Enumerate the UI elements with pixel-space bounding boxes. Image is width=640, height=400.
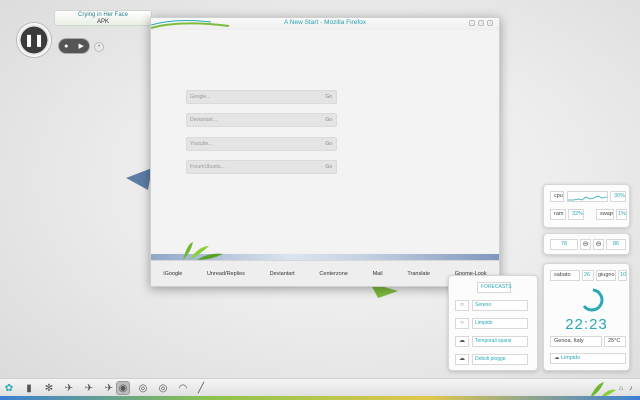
go-button[interactable]: Go	[325, 91, 332, 103]
clock-time: 22:23	[565, 316, 608, 333]
title-bar[interactable]: A New Start - Mozilla Firefox – □ ×	[151, 18, 499, 30]
volume-left-value: 78	[550, 239, 578, 250]
bookmark-unread-replies[interactable]: Unread/Replies	[207, 271, 245, 277]
clock-weather-widget: sabato 26 giugno 10 22:23 Genoa, Italy 2…	[543, 263, 630, 371]
speaker-icon[interactable]: ♪	[626, 381, 636, 395]
swap-value: 1%	[616, 209, 627, 220]
media-player-widget: Crying in Her Face APK ❚❚ ● ▶ •	[6, 8, 156, 58]
search-deviantart[interactable]: Deviantart... Go	[186, 113, 337, 127]
next-icon[interactable]: ▶	[79, 42, 84, 50]
ram-value: 32%	[568, 209, 584, 220]
year-short: 10	[618, 270, 627, 281]
forecast-widget: FORECASTS ○ Sereno ○ Limpido ☁ Temporali sp…	[448, 275, 538, 371]
search-deviantart-placeholder: Deviantart...	[190, 117, 217, 123]
window-controls: – □ ×	[469, 20, 493, 26]
forecast-label: Temporali sparsi	[472, 336, 528, 347]
dock: ✿ ▮ ✻ ✈ ✈ ✈ ◉ ◎ ◎ ◠ ╱ ⌂ ♪	[0, 378, 640, 400]
forecast-label: Deboli piogge	[472, 354, 528, 365]
go-button[interactable]: Go	[325, 114, 332, 126]
rain-icon: ☁	[455, 354, 469, 365]
gear-icon[interactable]: ✻	[42, 381, 56, 395]
pause-icon: ❚❚	[23, 33, 45, 47]
ram-label: ram	[550, 209, 566, 220]
go-button[interactable]: Go	[325, 161, 332, 173]
cpu-label: cpu	[550, 191, 564, 202]
forecast-label: Limpido	[472, 318, 528, 329]
weather-temp: 25°C	[604, 336, 626, 347]
network-icon[interactable]: ⌂	[616, 381, 626, 395]
volume-right-value: 86	[606, 239, 626, 250]
bird-icon[interactable]: ✈	[102, 381, 116, 395]
forecast-label: Sereno	[472, 300, 528, 311]
brush-icon[interactable]: ╱	[194, 381, 208, 395]
clear-icon: ○	[455, 300, 469, 311]
bookmark-mail[interactable]: Mail	[373, 271, 383, 277]
bookmark-translate[interactable]: Translate	[407, 271, 430, 277]
search-google[interactable]: Google... Go	[186, 90, 337, 104]
search-youtube[interactable]: Youtube... Go	[186, 137, 337, 151]
page-content: Google... Go Deviantart... Go Youtube... Go…	[151, 30, 499, 252]
forecast-item: ○ Sereno	[455, 300, 528, 311]
current-condition: ☁ Limpido	[550, 353, 626, 364]
skip-controls[interactable]: ● ▶	[58, 38, 90, 54]
search-youtube-placeholder: Youtube...	[190, 141, 213, 147]
clock-seconds-arc	[582, 288, 604, 312]
cpu-graph-line	[568, 195, 608, 201]
system-monitor-widget: cpu 30% ram 32% swap 1%	[543, 184, 630, 228]
bookmarks-bar: iGoogle Unread/Replies Deviantart Center…	[151, 260, 499, 286]
day-number: 26	[582, 270, 594, 281]
globe-icon[interactable]: ◎	[136, 381, 150, 395]
maximize-icon[interactable]: □	[478, 20, 484, 26]
volume-widget: 78 ⊖ ⊖ 86	[543, 233, 630, 255]
forecast-header: FORECASTS	[477, 282, 512, 293]
firefox-window: A New Start - Mozilla Firefox – □ × Goog…	[150, 17, 500, 287]
search-forumubuntu[interactable]: ForumUbuntu... Go	[186, 160, 337, 174]
day-name: sabato	[550, 270, 580, 281]
leaf-decoration-top	[151, 20, 230, 29]
butterfly-icon[interactable]: ✿	[2, 381, 16, 395]
song-artist: APK	[96, 19, 109, 25]
leaf-decoration-bottom	[183, 242, 223, 260]
now-playing-box: Crying in Her Face APK	[54, 10, 152, 26]
search-forumubuntu-placeholder: ForumUbuntu...	[190, 164, 225, 170]
forecast-item: ☁ Deboli piogge	[455, 354, 528, 365]
bookmark-deviantart[interactable]: Deviantart	[270, 271, 295, 277]
search-google-placeholder: Google...	[190, 94, 211, 100]
bookmark-centerzone[interactable]: Centerzone	[319, 271, 347, 277]
prev-icon[interactable]: ●	[64, 43, 68, 50]
cpu-value: 30%	[610, 191, 626, 202]
cloud-icon: ☁	[554, 355, 562, 361]
clear-icon: ○	[455, 318, 469, 329]
volume-up-icon[interactable]: ⊖	[593, 239, 604, 250]
volume-down-icon[interactable]: ⊖	[580, 239, 591, 250]
menu-icon[interactable]: •	[94, 42, 104, 52]
cpu-graph	[567, 191, 608, 202]
home-icon[interactable]: ◉	[116, 381, 130, 395]
plane-icon[interactable]: ✈	[82, 381, 96, 395]
minimize-icon[interactable]: –	[469, 20, 475, 26]
pause-button[interactable]: ❚❚	[16, 22, 52, 58]
swap-label: swap	[596, 209, 614, 220]
headphones-icon[interactable]: ◠	[176, 381, 190, 395]
month-name: giugno	[596, 270, 616, 281]
forecast-item: ☁ Temporali sparsi	[455, 336, 528, 347]
weather-city: Genoa, Italy	[550, 336, 602, 347]
bookmark-igoogle[interactable]: iGoogle	[163, 271, 182, 277]
dock-color-bar	[0, 396, 640, 400]
go-button[interactable]: Go	[325, 138, 332, 150]
forecast-item: ○ Limpido	[455, 318, 528, 329]
trash-icon[interactable]: ▮	[22, 381, 36, 395]
song-title: Crying in Her Face	[77, 12, 128, 18]
close-icon[interactable]: ×	[487, 20, 493, 26]
current-condition-label: Limpido	[561, 355, 581, 361]
disc-icon[interactable]: ◎	[156, 381, 170, 395]
tools-icon[interactable]: ✈	[62, 381, 76, 395]
storm-icon: ☁	[455, 336, 469, 347]
